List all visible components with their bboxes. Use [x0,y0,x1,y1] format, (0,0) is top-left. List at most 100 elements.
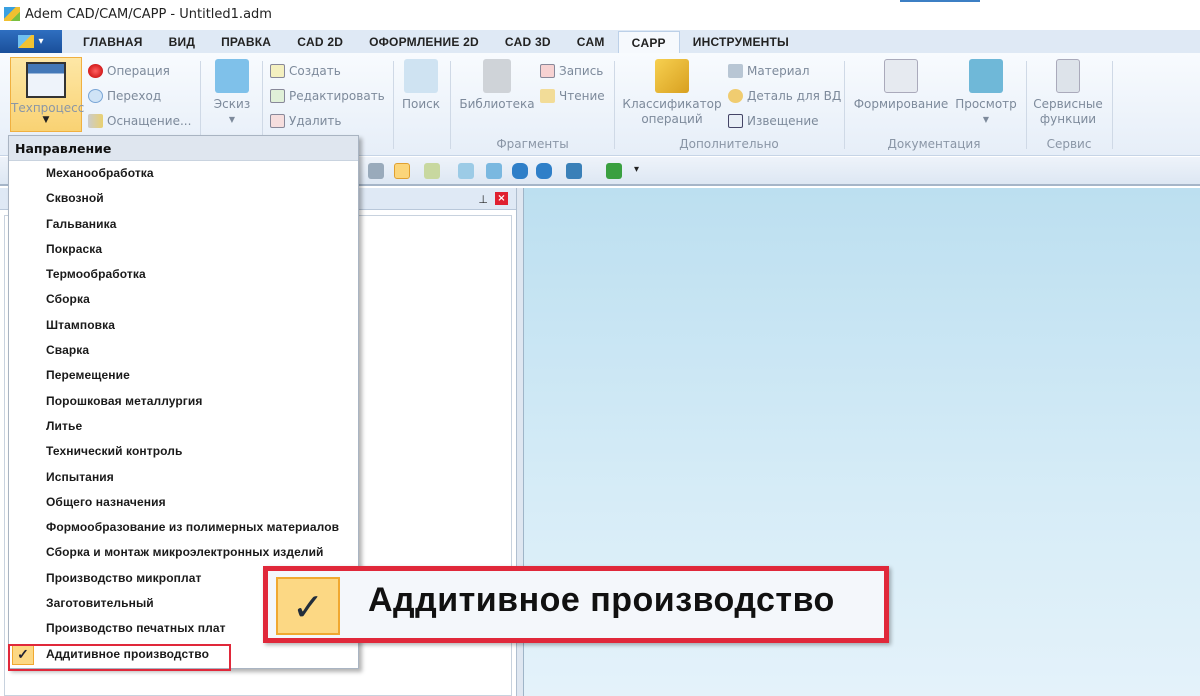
menu-item-label: Производство микроплат [46,570,202,585]
menu-item-label: Сварка [46,343,90,358]
tab-view[interactable]: ВИД [156,31,208,53]
search-button[interactable]: Поиск [399,59,443,112]
group-label-fragments: Фрагменты [496,137,569,151]
group-label-additional: Дополнительно [679,137,779,151]
view-icon[interactable] [368,163,384,179]
equipment-label: Оснащение... [107,114,192,128]
menu-item-label: Порошковая металлургия [46,393,203,408]
menu-item[interactable]: Механообработка [9,161,358,186]
tab-main[interactable]: ГЛАВНАЯ [70,31,156,53]
menu-item-label: Сборка и монтаж микроэлектронных изделий [46,545,324,560]
menu-item[interactable]: Штамповка [9,313,358,338]
edit-icon [270,89,285,103]
menu-item-label: Формообразование из полимерных материало… [46,520,340,535]
app-cube-icon [18,35,35,48]
menu-item[interactable]: Сварка [9,338,358,363]
red-circle-icon [88,64,103,78]
database-icon[interactable] [512,163,528,179]
delete-icon [270,114,285,128]
menu-item[interactable]: Формообразование из полимерных материало… [9,515,358,540]
menu-item[interactable]: Сборка [9,287,358,312]
menu-item[interactable]: Испытания [9,465,358,490]
menu-item[interactable]: Порошковая металлургия [9,389,358,414]
tab-cam[interactable]: CAM [564,31,618,53]
close-icon[interactable]: × [495,192,508,205]
create-button[interactable]: Создать [270,61,341,81]
techprocess-label: Техпроцесс [11,101,85,115]
sketch-button[interactable]: Эскиз ▼ [210,59,254,127]
menu-item[interactable]: Гальваника [9,212,358,237]
menu-item-label: Общего назначения [46,494,166,509]
operation-button[interactable]: Операция [88,61,170,81]
title-bar: Adem CAD/CAM/CAPP - Untitled1.adm [0,0,1200,28]
refresh-icon[interactable] [606,163,622,179]
menu-header: Направление [9,136,358,161]
callout-text: Аддитивное производство [368,581,835,619]
app-logo-icon [4,7,20,21]
menu-item-label: Производство печатных плат [46,621,226,636]
menu-item-label: Сквозной [46,191,104,206]
tab-tools[interactable]: ИНСТРУМЕНТЫ [680,31,802,53]
window-title: Adem CAD/CAM/CAPP - Untitled1.adm [25,6,272,22]
tab-capp[interactable]: CAPP [617,31,680,53]
sketch-icon [215,59,249,93]
operation-label: Операция [107,64,170,78]
menu-item[interactable]: Общего назначения [9,490,358,515]
menu-item-label: Перемещение [46,368,130,383]
menu-item-label: Сборка [46,292,90,307]
tab-cad3d[interactable]: CAD 3D [492,31,564,53]
menu-item-label: Штамповка [46,317,116,332]
zoom-callout: ✓ Аддитивное производство [263,566,889,643]
tree-icon[interactable] [486,163,502,179]
divider [393,61,394,149]
ribbon-tab-bar: ▾ ГЛАВНАЯ ВИД ПРАВКА CAD 2D ОФОРМЛЕНИЕ 2… [0,30,1200,53]
menu-item[interactable]: Сборка и монтаж микроэлектронных изделий [9,540,358,565]
search-label: Поиск [401,97,440,111]
create-icon [270,64,285,78]
hash-view-icon[interactable] [394,163,410,179]
tool-icon [88,114,103,128]
edit-label: Редактировать [289,89,385,103]
title-accent-line [900,0,980,2]
group-label-docs: Документация [887,137,981,151]
equipment-button[interactable]: Оснащение... [88,111,191,131]
menu-item-label: Технический контроль [46,444,183,459]
database-icon[interactable] [536,163,552,179]
menu-item[interactable]: Сквозной [9,186,358,211]
menu-item[interactable]: Термообработка [9,262,358,287]
pin-icon[interactable]: ⊥ [478,193,488,206]
delete-button[interactable]: Удалить [270,111,342,131]
application-menu-button[interactable]: ▾ [0,30,62,53]
menu-item-label: Гальваника [46,216,117,231]
menu-item[interactable]: Покраска [9,237,358,262]
export-icon[interactable] [566,163,582,179]
transition-label: Переход [107,89,162,103]
menu-item-label: Литье [46,418,83,433]
play-icon [88,89,103,103]
create-label: Создать [289,64,341,78]
tab-edit[interactable]: ПРАВКА [208,31,284,53]
group-label-service: Сервис [1046,137,1092,151]
menu-item-label: Испытания [46,469,114,484]
menu-item[interactable]: Технический контроль [9,439,358,464]
menu-item-label: Механообработка [46,166,154,180]
menu-item[interactable]: Литье [9,414,358,439]
menu-item-label: Покраска [46,241,103,256]
transition-button[interactable]: Переход [88,86,161,106]
tree-icon[interactable] [424,163,440,179]
menu-item[interactable]: Перемещение [9,363,358,388]
menu-item-label: Заготовительный [46,596,154,611]
tab-cad2d[interactable]: CAD 2D [284,31,356,53]
chevron-down-icon: ▼ [42,115,50,125]
customize-icon[interactable]: ▾ [634,164,650,180]
chevron-down-icon: ▾ [38,36,44,47]
techprocess-icon [26,62,66,98]
highlight-box [8,644,231,671]
menu-item-label: Термообработка [46,267,146,282]
edit-button[interactable]: Редактировать [270,86,385,106]
techprocess-button[interactable]: Техпроцесс ▼ [10,57,85,132]
tree-icon[interactable] [458,163,474,179]
tab-drafting2d[interactable]: ОФОРМЛЕНИЕ 2D [356,31,492,53]
delete-label: Удалить [289,114,342,128]
chevron-down-icon: ▼ [228,115,236,124]
